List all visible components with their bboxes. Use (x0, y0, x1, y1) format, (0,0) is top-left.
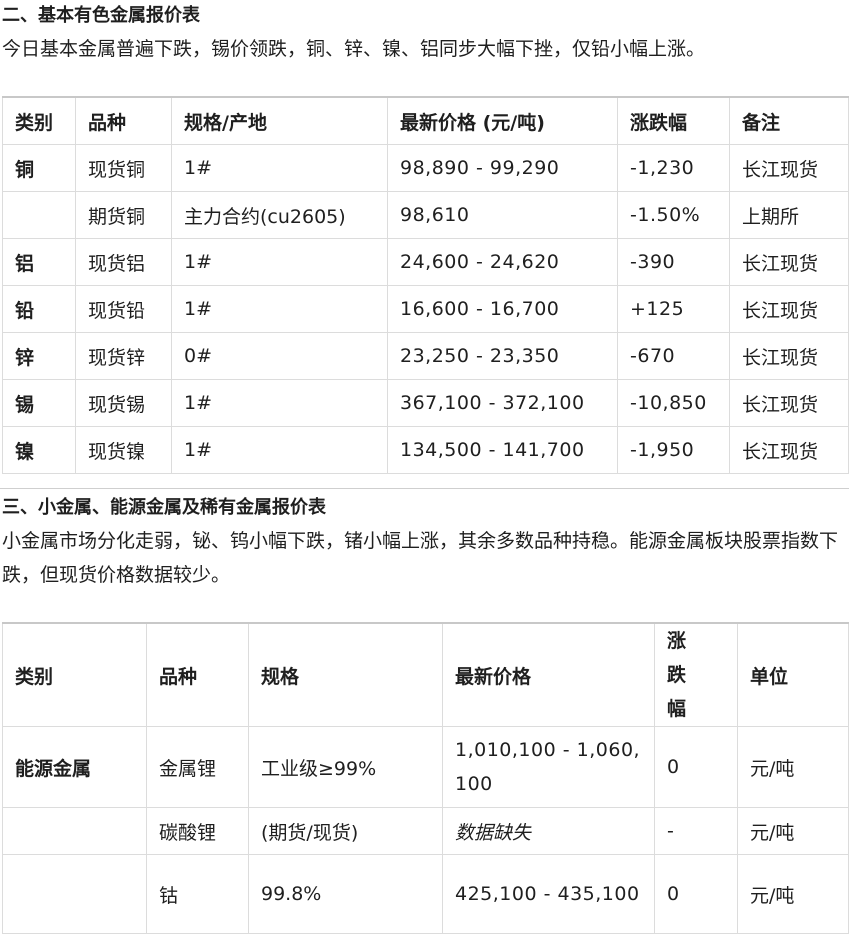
cell-variety: 现货锌 (75, 332, 172, 380)
col-header-variety: 品种 (75, 96, 172, 145)
cell-remark: 长江现货 (729, 332, 849, 380)
cell-price: 98,610 (387, 191, 618, 239)
cell-unit: 元/吨 (737, 726, 849, 808)
cell-category: 锌 (2, 332, 76, 380)
cell-price: 98,890 - 99,290 (387, 144, 618, 192)
cell-spec: 1# (171, 285, 388, 333)
cell-change: -670 (617, 332, 730, 380)
cell-remark: 长江现货 (729, 285, 849, 333)
cell-remark: 长江现货 (729, 144, 849, 192)
cell-unit: 元/吨 (737, 854, 849, 934)
cell-category: 锡 (2, 379, 76, 427)
cell-variety: 现货铝 (75, 238, 172, 286)
cell-variety: 现货铅 (75, 285, 172, 333)
cell-price: 367,100 - 372,100 (387, 379, 618, 427)
cell-unit: 元/吨 (737, 807, 849, 855)
section2-summary: 今日基本金属普遍下跌，锡价领跌，铜、锌、镍、铝同步大幅下挫，仅铅小幅上涨。 (2, 38, 706, 60)
col-header-category: 类别 (2, 622, 147, 727)
cell-remark: 长江现货 (729, 238, 849, 286)
cell-change: -390 (617, 238, 730, 286)
cell-price: 425,100 - 435,100 (442, 854, 655, 934)
table-row: 锌 现货锌 0# 23,250 - 23,350 -670 长江现货 (2, 332, 849, 380)
section-divider (0, 488, 849, 489)
table-header-row: 类别 品种 规格/产地 最新价格 (元/吨) 涨跌幅 备注 (2, 96, 849, 145)
cell-category: 能源金属 (2, 726, 147, 808)
col-header-variety: 品种 (146, 622, 249, 727)
section2-title: 二、基本有色金属报价表 (2, 5, 200, 26)
cell-price: 23,250 - 23,350 (387, 332, 618, 380)
col-header-change: 涨跌幅 (654, 622, 738, 727)
cell-spec: 1# (171, 144, 388, 192)
section3-title: 三、小金属、能源金属及稀有金属报价表 (2, 497, 326, 518)
cell-change: 0 (654, 726, 738, 808)
table-row: 镍 现货镍 1# 134,500 - 141,700 -1,950 长江现货 (2, 426, 849, 474)
report-page: 二、基本有色金属报价表 今日基本金属普遍下跌，锡价领跌，铜、锌、镍、铝同步大幅下… (0, 0, 849, 934)
cell-change: -1.50% (617, 191, 730, 239)
cell-change: -1,230 (617, 144, 730, 192)
cell-category: 铝 (2, 238, 76, 286)
col-header-spec-origin: 规格/产地 (171, 96, 388, 145)
cell-variety: 金属锂 (146, 726, 249, 808)
cell-spec: 99.8% (248, 854, 443, 934)
table-row: 铜 现货铜 1# 98,890 - 99,290 -1,230 长江现货 (2, 144, 849, 192)
cell-spec: 1# (171, 379, 388, 427)
section3-summary: 小金属市场分化走弱，铋、钨小幅下跌，锗小幅上涨，其余多数品种持稳。能源金属板块股… (2, 530, 839, 586)
cell-spec: 1# (171, 238, 388, 286)
table-row: 铝 现货铝 1# 24,600 - 24,620 -390 长江现货 (2, 238, 849, 286)
table-row: 碳酸锂 (期货/现货) 数据缺失 - 元/吨 (2, 807, 849, 855)
cell-price: 24,600 - 24,620 (387, 238, 618, 286)
cell-variety: 期货铜 (75, 191, 172, 239)
table-row: 能源金属 金属锂 工业级≥99% 1,010,100 - 1,060,100 0… (2, 726, 849, 808)
cell-change: -10,850 (617, 379, 730, 427)
table-row: 铅 现货铅 1# 16,600 - 16,700 +125 长江现货 (2, 285, 849, 333)
cell-change: -1,950 (617, 426, 730, 474)
cell-variety: 现货镍 (75, 426, 172, 474)
cell-change: - (654, 807, 738, 855)
cell-variety: 碳酸锂 (146, 807, 249, 855)
cell-spec: (期货/现货) (248, 807, 443, 855)
basic-metals-table: 类别 品种 规格/产地 最新价格 (元/吨) 涨跌幅 备注 铜 现货铜 1# 9… (2, 96, 849, 474)
minor-energy-metals-table: 类别 品种 规格 最新价格 涨跌幅 单位 能源金属 金属锂 工业级≥99% 1,… (2, 622, 849, 934)
cell-spec: 主力合约(cu2605) (171, 191, 388, 239)
cell-price: 数据缺失 (442, 807, 655, 855)
table-row: 锡 现货锡 1# 367,100 - 372,100 -10,850 长江现货 (2, 379, 849, 427)
cell-category: 镍 (2, 426, 76, 474)
cell-remark: 长江现货 (729, 426, 849, 474)
cell-variety: 现货锡 (75, 379, 172, 427)
cell-price: 134,500 - 141,700 (387, 426, 618, 474)
cell-variety: 现货铜 (75, 144, 172, 192)
cell-change: +125 (617, 285, 730, 333)
cell-category (2, 807, 147, 855)
cell-spec: 1# (171, 426, 388, 474)
col-header-latest-price: 最新价格 (元/吨) (387, 96, 618, 145)
cell-variety: 钴 (146, 854, 249, 934)
col-header-unit: 单位 (737, 622, 849, 727)
cell-category (2, 191, 76, 239)
cell-price: 1,010,100 - 1,060,100 (442, 726, 655, 808)
table-row: 钴 99.8% 425,100 - 435,100 0 元/吨 (2, 854, 849, 934)
cell-remark: 长江现货 (729, 379, 849, 427)
table-header-row: 类别 品种 规格 最新价格 涨跌幅 单位 (2, 622, 849, 727)
cell-category: 铅 (2, 285, 76, 333)
cell-category (2, 854, 147, 934)
col-header-category: 类别 (2, 96, 76, 145)
table-row: 期货铜 主力合约(cu2605) 98,610 -1.50% 上期所 (2, 191, 849, 239)
cell-spec: 0# (171, 332, 388, 380)
cell-change: 0 (654, 854, 738, 934)
col-header-remark: 备注 (729, 96, 849, 145)
cell-spec: 工业级≥99% (248, 726, 443, 808)
cell-price: 16,600 - 16,700 (387, 285, 618, 333)
col-header-spec: 规格 (248, 622, 443, 727)
col-header-change: 涨跌幅 (617, 96, 730, 145)
col-header-latest-price: 最新价格 (442, 622, 655, 727)
cell-category: 铜 (2, 144, 76, 192)
cell-remark: 上期所 (729, 191, 849, 239)
